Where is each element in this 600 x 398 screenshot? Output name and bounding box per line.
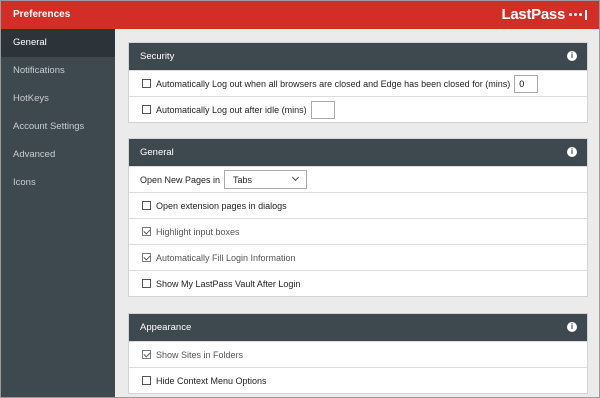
general-section: General i Open New Pages in Tabs Open ex… <box>128 138 588 297</box>
general-option-row: Highlight input boxes <box>129 218 587 244</box>
info-icon[interactable]: i <box>567 147 577 157</box>
info-icon[interactable]: i <box>567 51 577 61</box>
auto-logout-idle-row: Automatically Log out after idle (mins) <box>129 96 587 122</box>
lastpass-logo: LastPass <box>502 6 587 23</box>
auto-fill-login-label: Automatically Fill Login Information <box>156 252 296 263</box>
show-vault-after-login-checkbox[interactable] <box>142 279 151 288</box>
info-icon[interactable]: i <box>567 322 577 332</box>
appearance-title: Appearance <box>140 322 192 333</box>
general-option-row: Show My LastPass Vault After Login <box>129 270 587 296</box>
hide-context-menu-label: Hide Context Menu Options <box>156 375 267 386</box>
auto-logout-browsers-label: Automatically Log out when all browsers … <box>156 78 511 89</box>
auto-logout-browsers-input[interactable] <box>514 74 539 93</box>
window-title: Preferences <box>13 9 71 20</box>
auto-logout-idle-label: Automatically Log out after idle (mins) <box>156 104 307 115</box>
preferences-window: Preferences LastPass General Notificatio… <box>0 0 600 398</box>
main-content: Security i Automatically Log out when al… <box>115 29 599 397</box>
auto-logout-idle-input[interactable] <box>310 100 335 119</box>
open-new-pages-row: Open New Pages in Tabs <box>129 166 587 192</box>
highlight-input-boxes-checkbox[interactable] <box>142 227 151 236</box>
highlight-input-boxes-label: Highlight input boxes <box>156 226 240 237</box>
open-extension-dialogs-label: Open extension pages in dialogs <box>156 200 287 211</box>
open-extension-dialogs-checkbox[interactable] <box>142 201 151 210</box>
auto-fill-login-checkbox[interactable] <box>142 253 151 262</box>
sidebar: General Notifications HotKeys Account Se… <box>1 29 115 397</box>
open-new-pages-select[interactable]: Tabs <box>224 170 308 189</box>
sidebar-item-icons[interactable]: Icons <box>1 169 115 197</box>
appearance-option-row: Hide Context Menu Options <box>129 367 587 393</box>
lastpass-dots-icon <box>569 9 587 20</box>
sidebar-item-notifications[interactable]: Notifications <box>1 57 115 85</box>
show-sites-in-folders-checkbox[interactable] <box>142 350 151 359</box>
sidebar-item-advanced[interactable]: Advanced <box>1 141 115 169</box>
auto-logout-idle-checkbox[interactable] <box>142 105 151 114</box>
auto-logout-browsers-checkbox[interactable] <box>142 79 151 88</box>
security-header: Security i <box>129 43 587 70</box>
title-bar: Preferences LastPass <box>1 1 599 29</box>
security-title: Security <box>140 51 175 62</box>
show-sites-in-folders-label: Show Sites in Folders <box>156 349 244 360</box>
open-new-pages-label: Open New Pages in <box>140 174 221 185</box>
general-title: General <box>140 147 174 158</box>
general-header: General i <box>129 139 587 166</box>
sidebar-item-account-settings[interactable]: Account Settings <box>1 113 115 141</box>
sidebar-item-general[interactable]: General <box>1 29 115 57</box>
hide-context-menu-checkbox[interactable] <box>142 376 151 385</box>
general-option-row: Open extension pages in dialogs <box>129 192 587 218</box>
appearance-option-row: Show Sites in Folders <box>129 341 587 367</box>
logo-text: LastPass <box>501 6 566 23</box>
auto-logout-browsers-row: Automatically Log out when all browsers … <box>129 70 587 96</box>
sidebar-item-hotkeys[interactable]: HotKeys <box>1 85 115 113</box>
show-vault-after-login-label: Show My LastPass Vault After Login <box>156 278 301 289</box>
appearance-header: Appearance i <box>129 314 587 341</box>
open-new-pages-value: Tabs <box>233 174 253 185</box>
chevron-down-icon <box>292 173 300 182</box>
general-option-row: Automatically Fill Login Information <box>129 244 587 270</box>
appearance-section: Appearance i Show Sites in Folders Hide … <box>128 313 588 394</box>
security-section: Security i Automatically Log out when al… <box>128 42 588 123</box>
